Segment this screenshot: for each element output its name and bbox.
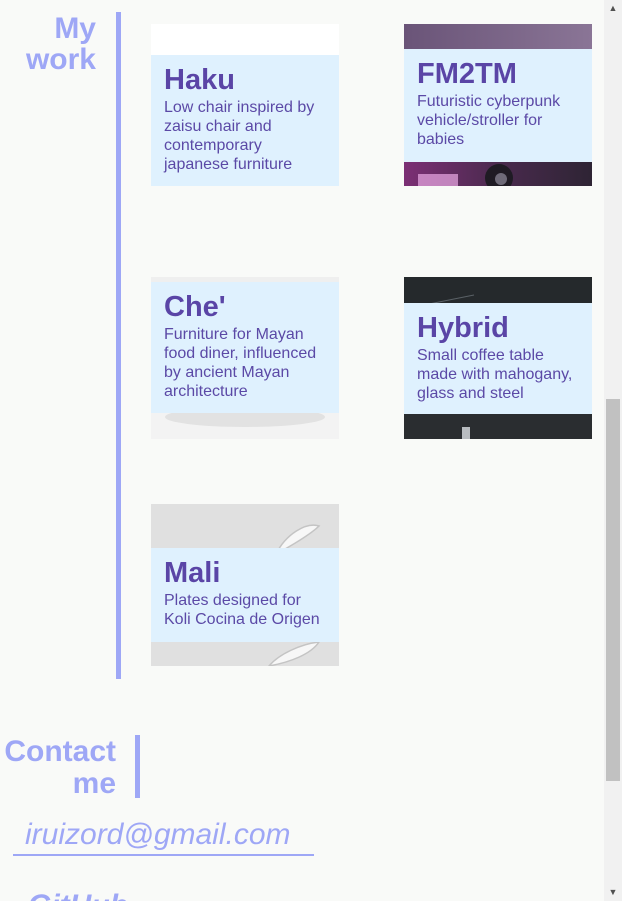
project-title: FM2TM	[417, 58, 517, 90]
project-description: Small coffee table made with mahogany, g…	[417, 347, 573, 402]
project-card-haku[interactable]: Haku Low chair inspired by zaisu chair a…	[151, 24, 339, 186]
project-description: Furniture for Mayan food diner, influenc…	[164, 326, 317, 400]
project-panel: Hybrid Small coffee table made with maho…	[404, 303, 592, 414]
project-title: Mali	[164, 557, 221, 589]
work-heading-line2: work	[25, 43, 96, 76]
email-link[interactable]: iruizord@gmail.com	[13, 816, 314, 856]
project-panel: Mali Plates designed for Koli Cocina de …	[151, 548, 339, 642]
project-card-che[interactable]: Che' Furniture for Mayan food diner, inf…	[151, 277, 339, 439]
contact-divider	[135, 735, 140, 798]
work-heading-line1: My	[54, 12, 96, 45]
project-panel: Che' Furniture for Mayan food diner, inf…	[151, 282, 339, 413]
project-description: Low chair inspired by zaisu chair and co…	[164, 99, 315, 173]
contact-heading-line1: Contact	[4, 735, 116, 768]
project-card-fm2tm[interactable]: FM2TM Futuristic cyberpunk vehicle/strol…	[404, 24, 592, 186]
work-heading: My work	[10, 13, 96, 75]
scroll-up-arrow-icon[interactable]: ▲	[604, 0, 622, 17]
project-panel: Haku Low chair inspired by zaisu chair a…	[151, 55, 339, 186]
project-description: Plates designed for Koli Cocina de Orige…	[164, 592, 320, 628]
project-title: Hybrid	[417, 312, 509, 344]
project-title: Haku	[164, 64, 235, 96]
project-title: Che'	[164, 291, 226, 323]
scrollbar-thumb[interactable]	[606, 399, 620, 781]
contact-heading-line2: me	[72, 767, 116, 800]
portfolio-page: My work Haku Low chair inspired by zaisu…	[0, 0, 604, 901]
scroll-down-arrow-icon[interactable]: ▼	[604, 884, 622, 901]
contact-heading: Contact me	[0, 736, 116, 800]
work-divider	[116, 12, 121, 679]
github-link[interactable]: GitHub	[28, 889, 128, 901]
project-panel: FM2TM Futuristic cyberpunk vehicle/strol…	[404, 49, 592, 162]
project-card-mali[interactable]: Mali Plates designed for Koli Cocina de …	[151, 504, 339, 666]
vertical-scrollbar[interactable]: ▲ ▼	[604, 0, 622, 901]
project-description: Futuristic cyberpunk vehicle/stroller fo…	[417, 93, 561, 148]
project-card-hybrid[interactable]: Hybrid Small coffee table made with maho…	[404, 277, 592, 439]
